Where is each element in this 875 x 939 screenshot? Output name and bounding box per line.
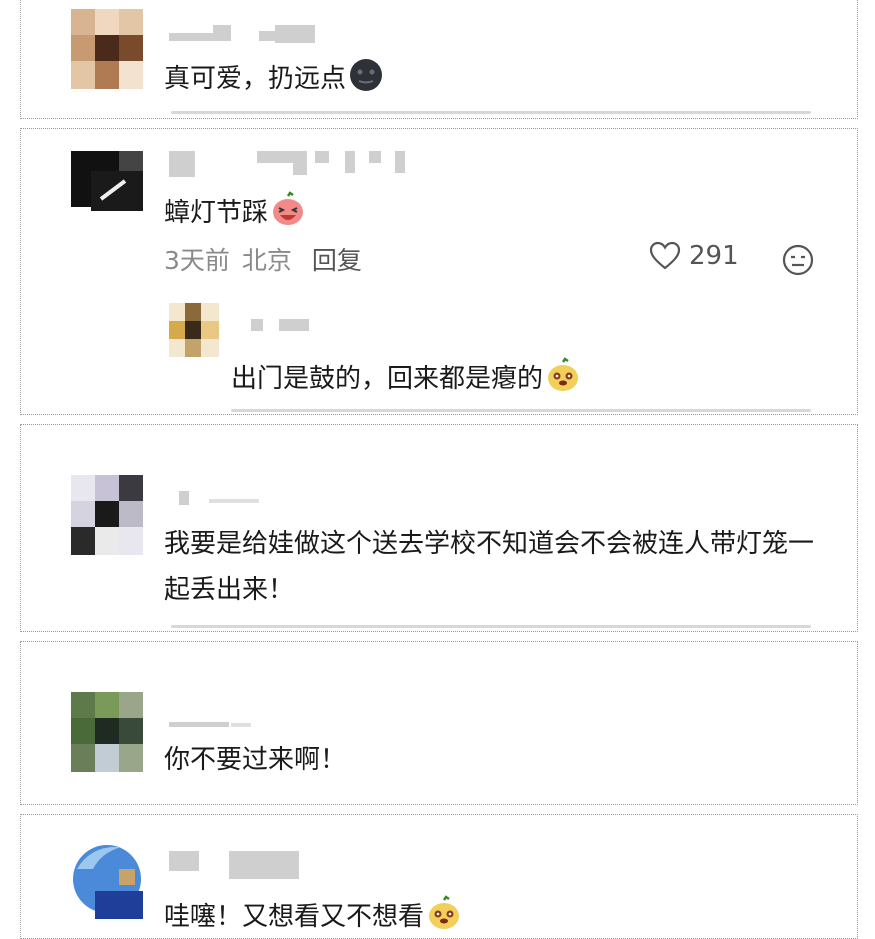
reaction-icon[interactable]	[781, 243, 815, 277]
comment-text: 哇噻！又想看又不想看	[164, 895, 462, 933]
avatar[interactable]	[71, 839, 143, 919]
laughing-fruit-emoji	[273, 191, 304, 225]
new-moon-face-emoji	[350, 59, 383, 91]
faded-meta-row	[231, 409, 811, 412]
heart-icon	[649, 241, 681, 270]
comment-card: 真可爱，扔远点	[20, 0, 858, 119]
avatar[interactable]	[71, 9, 143, 89]
avatar[interactable]	[71, 475, 143, 555]
faded-meta-row	[171, 625, 811, 628]
reply-text: 出门是鼓的，回来都是瘪的	[231, 357, 581, 395]
avatar[interactable]	[71, 692, 143, 772]
comment-text: 我要是给娃做这个送去学校不知道会不会被连人带灯笼一起丢出来！	[164, 529, 815, 605]
avatar[interactable]	[71, 151, 143, 231]
location: 北京	[241, 246, 292, 275]
dog-face-fruit-emoji	[429, 895, 460, 929]
comment-card: 蟑灯节踩 3天前 北京 回复 291 出门是鼓的，回来都是瘪的	[20, 128, 858, 415]
comment-meta: 3天前 北京 回复	[164, 241, 362, 277]
faded-meta-row	[171, 111, 811, 114]
comment-card: 我要是给娃做这个送去学校不知道会不会被连人带灯笼一起丢出来！	[20, 424, 858, 632]
reply-avatar[interactable]	[169, 303, 219, 357]
comment-card: 哇噻！又想看又不想看	[20, 814, 858, 939]
like-count: 291	[689, 241, 739, 271]
like-button[interactable]: 291	[649, 241, 739, 271]
comment-card: 你不要过来啊！	[20, 641, 858, 805]
timestamp: 3天前	[164, 246, 230, 275]
comment-text: 蟑灯节踩	[164, 191, 306, 229]
comment-text: 真可爱，扔远点	[164, 57, 384, 95]
dog-face-fruit-emoji	[548, 357, 579, 391]
comment-text: 你不要过来啊！	[164, 745, 347, 775]
reply-button[interactable]: 回复	[312, 246, 362, 275]
